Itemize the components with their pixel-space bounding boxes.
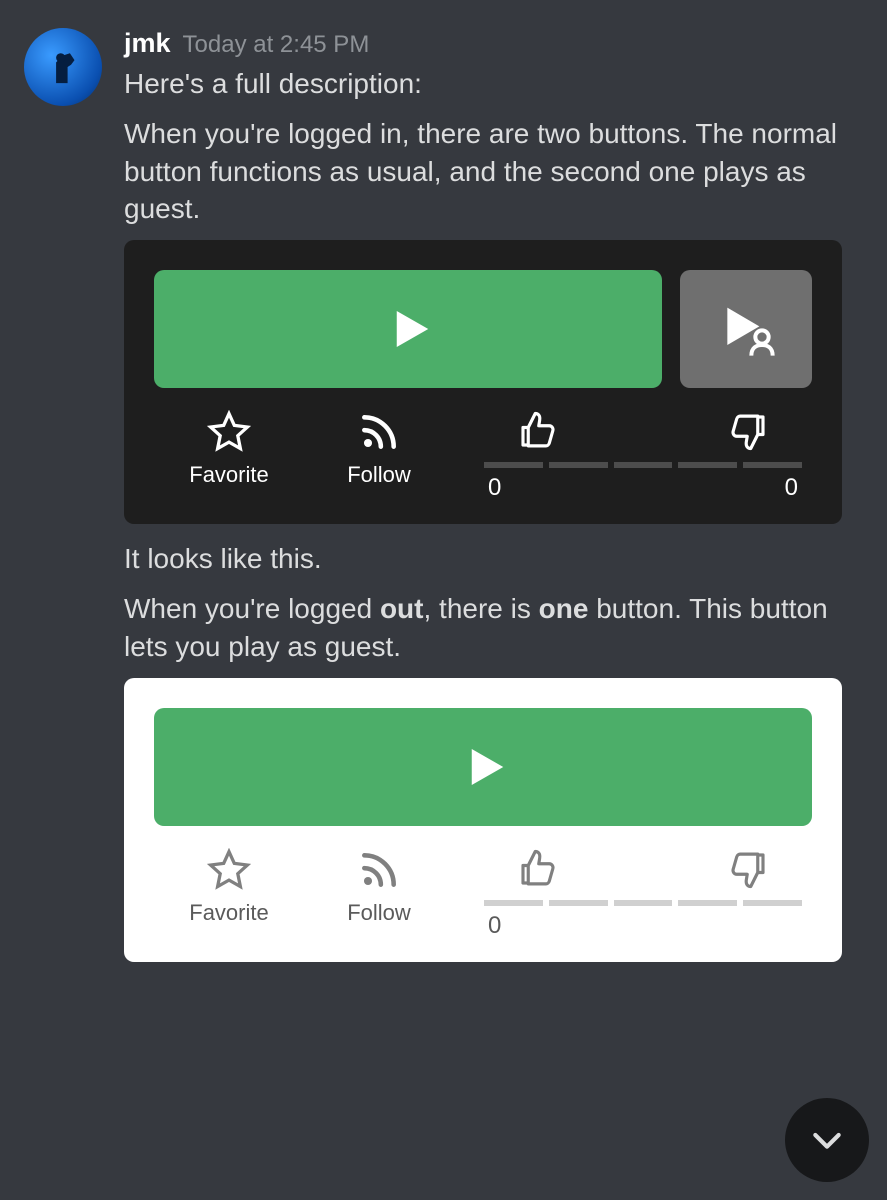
play-as-guest-button[interactable] bbox=[680, 270, 812, 388]
star-icon bbox=[207, 410, 251, 454]
action-row: Favorite Follow bbox=[154, 410, 812, 502]
rss-icon bbox=[357, 848, 401, 892]
message-header: jmk Today at 2:45 PM bbox=[124, 28, 867, 59]
like-count: 0 bbox=[488, 912, 501, 940]
thumbs-up-icon[interactable] bbox=[516, 848, 558, 890]
follow-button[interactable]: Follow bbox=[304, 848, 454, 926]
play-button[interactable] bbox=[154, 270, 662, 388]
follow-label: Follow bbox=[347, 900, 411, 926]
rating-bar bbox=[474, 900, 812, 906]
play-icon bbox=[456, 740, 510, 794]
username[interactable]: jmk bbox=[124, 28, 171, 59]
play-row bbox=[154, 708, 812, 826]
message-text-1: Here's a full description: bbox=[124, 65, 867, 103]
star-icon bbox=[207, 848, 251, 892]
rss-icon bbox=[357, 410, 401, 454]
attachment-logged-in[interactable]: Favorite Follow bbox=[124, 240, 842, 524]
rating-counts: 0 bbox=[474, 912, 812, 940]
like-count: 0 bbox=[488, 474, 501, 502]
favorite-label: Favorite bbox=[189, 900, 268, 926]
message-content: jmk Today at 2:45 PM Here's a full descr… bbox=[124, 28, 867, 978]
scroll-to-bottom-button[interactable] bbox=[785, 1098, 869, 1182]
favorite-label: Favorite bbox=[189, 462, 268, 488]
favorite-button[interactable]: Favorite bbox=[154, 410, 304, 488]
message-text-2: When you're logged in, there are two but… bbox=[124, 115, 867, 228]
play-icon bbox=[381, 302, 435, 356]
follow-button[interactable]: Follow bbox=[304, 410, 454, 488]
message-text-3: It looks like this. bbox=[124, 540, 867, 578]
play-row bbox=[154, 270, 812, 388]
action-row: Favorite Follow bbox=[154, 848, 812, 940]
follow-label: Follow bbox=[347, 462, 411, 488]
play-guest-icon bbox=[714, 297, 778, 361]
chat-message: jmk Today at 2:45 PM Here's a full descr… bbox=[0, 0, 887, 978]
avatar-silhouette-icon bbox=[40, 44, 86, 90]
thumbs-up-icon[interactable] bbox=[516, 410, 558, 452]
timestamp: Today at 2:45 PM bbox=[183, 31, 370, 59]
play-button[interactable] bbox=[154, 708, 812, 826]
attachment-logged-out[interactable]: Favorite Follow bbox=[124, 678, 842, 962]
chevron-down-icon bbox=[807, 1120, 847, 1160]
dislike-count: 0 bbox=[785, 474, 798, 502]
rating-counts: 0 0 bbox=[474, 474, 812, 502]
message-text-4: When you're logged out, there is one but… bbox=[124, 590, 867, 666]
favorite-button[interactable]: Favorite bbox=[154, 848, 304, 926]
thumbs-down-icon[interactable] bbox=[728, 848, 770, 890]
thumbs-down-icon[interactable] bbox=[728, 410, 770, 452]
rating-block: 0 0 bbox=[454, 410, 812, 502]
user-avatar[interactable] bbox=[24, 28, 102, 106]
rating-bar bbox=[474, 462, 812, 468]
rating-block: 0 bbox=[454, 848, 812, 940]
